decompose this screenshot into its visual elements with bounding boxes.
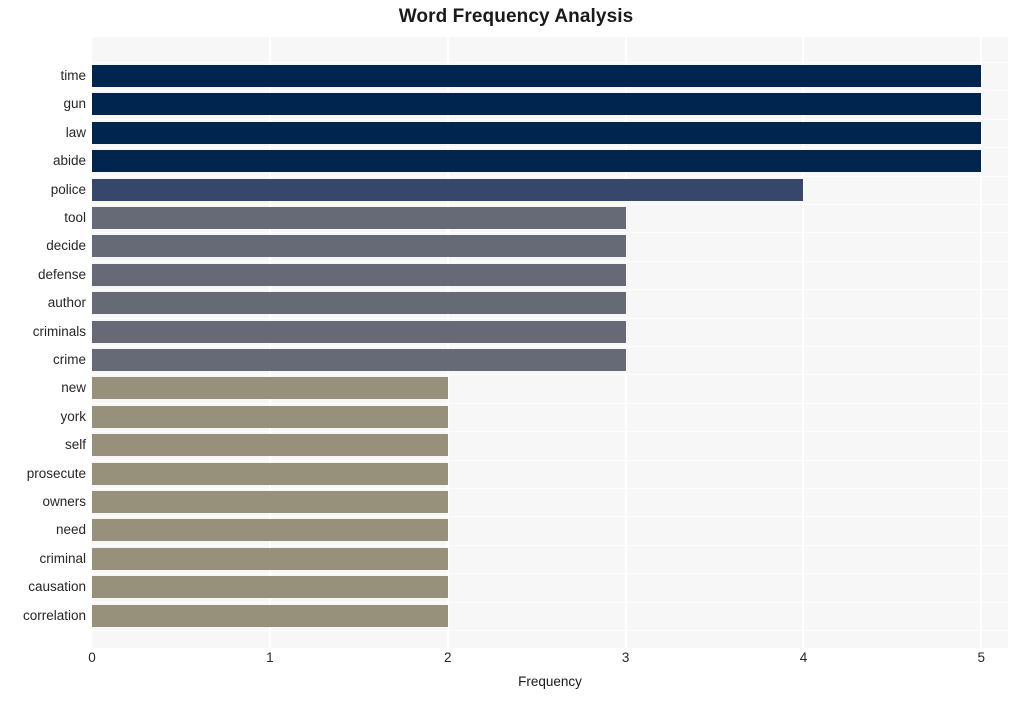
- x-axis-tick-label: 5: [977, 650, 986, 665]
- x-axis-tick-label: 3: [621, 650, 630, 665]
- bar: [92, 121, 982, 144]
- x-axis-tick-label: 2: [443, 650, 452, 665]
- bar: [92, 178, 804, 201]
- chart-title: Word Frequency Analysis: [398, 6, 634, 27]
- y-axis-tick-label: need: [55, 522, 86, 538]
- y-axis-tick-label: tool: [64, 210, 86, 225]
- y-axis-tick-label: decide: [46, 238, 86, 254]
- y-axis-tick-label: owners: [42, 494, 86, 509]
- bar: [92, 405, 448, 428]
- y-axis-tick-label: gun: [63, 96, 86, 112]
- y-axis-tick-label: crime: [53, 352, 86, 367]
- bar: [92, 150, 982, 173]
- bar: [92, 462, 448, 485]
- y-axis-tick-label: time: [60, 68, 86, 83]
- bar: [92, 519, 448, 542]
- y-axis-tick-label: police: [50, 181, 86, 197]
- bar: [92, 491, 448, 513]
- y-axis-tick-label: causation: [28, 579, 86, 595]
- y-axis-tick-label: author: [47, 295, 86, 311]
- x-axis-tick-labels: 0 1 2 3 4 5: [88, 650, 1008, 672]
- y-axis-tick-label: self: [64, 437, 86, 453]
- y-axis-tick-label: criminals: [32, 323, 86, 339]
- x-axis-tick-label: 4: [799, 650, 808, 665]
- bar: [92, 263, 626, 286]
- x-axis-tick-label: 1: [266, 650, 274, 665]
- bar: [92, 547, 448, 570]
- bar-series: [92, 37, 1008, 648]
- chart-figure: Word Frequency Analysis time gun law abide p…: [0, 0, 1032, 701]
- y-axis-tick-label: correlation: [22, 607, 86, 623]
- y-axis-tick-label: defense: [37, 266, 86, 282]
- plot-area: [92, 37, 1008, 648]
- bar: [92, 434, 448, 457]
- bar: [92, 349, 626, 371]
- bar: [92, 207, 626, 229]
- bar: [92, 292, 626, 315]
- y-axis-tick-label: york: [60, 408, 86, 424]
- y-axis-tick-label: law: [65, 124, 86, 140]
- bar: [92, 377, 448, 400]
- y-axis-tick-label: abide: [52, 153, 86, 169]
- bar: [92, 576, 448, 599]
- y-axis-tick-label: prosecute: [26, 465, 86, 481]
- y-axis-tick-label: new: [61, 380, 86, 396]
- bar: [92, 235, 626, 258]
- y-axis-category-labels: time gun law abide police tool decide defense au…: [0, 37, 86, 648]
- x-axis-tick-label: 0: [88, 650, 96, 665]
- bar: [92, 93, 982, 116]
- y-axis-tick-label: criminal: [39, 550, 86, 566]
- x-axis-title: Frequency: [518, 674, 582, 689]
- bar: [92, 65, 982, 87]
- bar: [92, 320, 626, 343]
- bar: [92, 604, 448, 627]
